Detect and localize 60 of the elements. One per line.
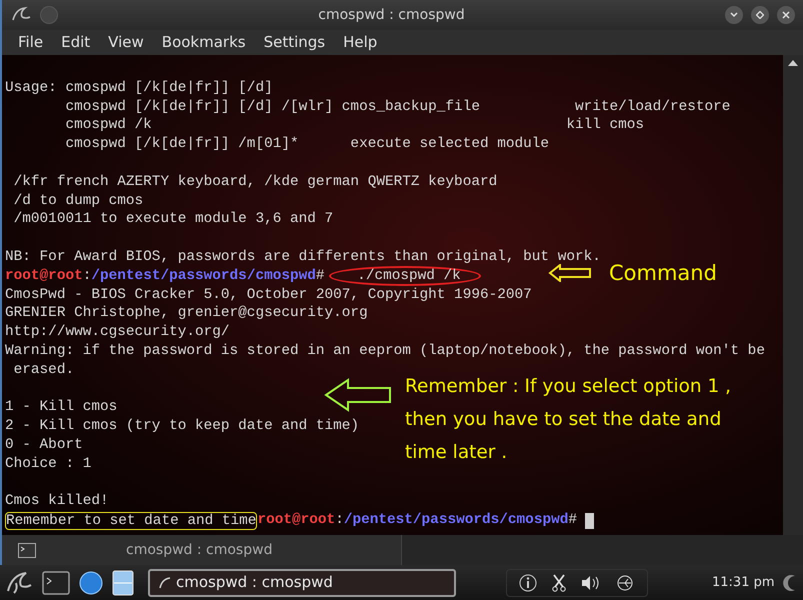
window-title: cmospwd : cmospwd (317, 6, 466, 24)
terminal-line: GRENIER Christophe, grenier@cgsecurity.org (5, 305, 368, 322)
prompt-path: /pentest/passwords/cmospwd (91, 266, 316, 286)
prompt-path: /pentest/passwords/cmospwd (344, 511, 568, 530)
terminal-line: cmospwd [/k[de|fr]] [/d] /[wlr] cmos_backup_file write/load/restore (64, 98, 730, 115)
terminal-line: Cmos killed! (5, 493, 109, 510)
diamond-icon (756, 11, 764, 19)
close-button[interactable] (777, 6, 795, 24)
terminal-line: /kfr french AZERTY keyboard, /kde german QWERTZ keyboard (12, 174, 498, 190)
menu-item[interactable]: File (18, 31, 44, 54)
maximize-button[interactable] (751, 6, 769, 24)
minimize-button[interactable] (725, 6, 743, 24)
tab-label: cmospwd : cmospwd (126, 540, 272, 560)
prompt-symbol: # (568, 511, 577, 530)
terminal-line: 1 - Kill cmos (5, 399, 118, 416)
scrollbar[interactable] (783, 55, 803, 535)
chevron-down-icon (730, 12, 738, 18)
terminal-line: erased. (12, 362, 74, 378)
clock[interactable]: 11:31 pm (712, 572, 775, 592)
prompt-separator: : (82, 266, 92, 286)
terminal-line: Choice : 1 (5, 456, 92, 472)
scissors-icon[interactable] (551, 574, 567, 592)
terminal-line: 0 - Abort (5, 436, 83, 453)
scroll-up-icon[interactable] (788, 59, 798, 66)
menu-item[interactable]: Edit (61, 31, 90, 54)
speaker-icon[interactable] (581, 574, 601, 590)
terminal-icon[interactable] (42, 570, 70, 594)
menu-item[interactable]: Settings (264, 31, 326, 54)
menu-item[interactable]: Bookmarks (162, 31, 246, 54)
terminal-line: Usage: cmospwd [/k[de|fr]] [/d] (5, 80, 273, 96)
command-text: ./cmospwd /k (328, 266, 481, 286)
terminal-tab[interactable]: cmospwd : cmospwd (2, 535, 402, 565)
menu-item[interactable]: Help (343, 31, 378, 54)
terminal-line: cmospwd /k kill cmos (64, 117, 644, 134)
task-button[interactable]: cmospwd : cmospwd (148, 568, 456, 596)
prompt-user: root@root (5, 266, 83, 286)
terminal-line: 2 - Kill cmos (try to keep date and time) (5, 418, 360, 434)
terminal-line: CmosPwd - BIOS Cracker 5.0, October 2007, Copyright 1996-2007 (5, 286, 532, 303)
annotation-text: Command (609, 260, 717, 287)
globe-icon[interactable] (78, 570, 104, 596)
prompt-separator: : (335, 511, 344, 530)
terminal-line: Warning: if the password is stored in an eeprom (laptop/notebook), the password won't be (5, 342, 765, 359)
terminal-line: /m0010011 to execute module 3,6 and 7 (12, 211, 334, 228)
annotation-text: Remember : If you select option 1 , then you have to set the date and time later . (405, 375, 732, 465)
task-label: cmospwd : cmospwd (176, 572, 333, 594)
prompt-symbol: # (316, 266, 325, 286)
terminal-line: NB: For Award BIOS, passwords are differents than original, but work. (5, 248, 601, 265)
menu-item[interactable]: View (108, 31, 144, 54)
close-icon (782, 11, 790, 19)
terminal-icon (18, 542, 36, 558)
terminal-line: /d to dump cmos (12, 192, 144, 209)
terminal-line: cmospwd [/k[de|fr]] /m[01]* execute selected module (64, 136, 550, 152)
moon-icon[interactable] (782, 574, 797, 592)
terminal-line: http://www.cgsecurity.org/ (5, 324, 230, 340)
left-arrow-icon (548, 264, 592, 282)
info-icon[interactable] (519, 574, 537, 592)
usb-icon[interactable] (615, 574, 635, 590)
left-arrow-icon (324, 378, 392, 412)
prompt-user: root@root (257, 511, 336, 530)
file-cabinet-icon[interactable] (112, 570, 134, 596)
